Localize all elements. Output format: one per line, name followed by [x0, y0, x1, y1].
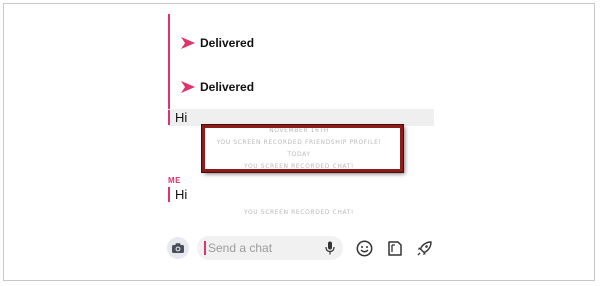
camera-button[interactable]: [167, 237, 189, 259]
sender-label: ME: [168, 176, 181, 185]
smiley-icon: [356, 240, 373, 256]
delivered-status-1: Delivered: [180, 36, 254, 50]
delivered-label: Delivered: [200, 80, 255, 94]
chat-message[interactable]: Hi: [168, 187, 187, 202]
message-bar: [168, 110, 170, 125]
chat-input-placeholder: Send a chat: [208, 241, 273, 255]
system-notices: YOU SCREEN RECORDED CHAT!: [163, 207, 435, 219]
message-bar: [168, 187, 170, 202]
rocket-icon: [417, 240, 432, 255]
text-cursor: [204, 241, 206, 255]
emoji-button[interactable]: [356, 240, 373, 257]
camera-icon: [172, 243, 184, 253]
screen-record-notice: YOU SCREEN RECORDED CHAT!: [244, 209, 354, 216]
sticker-icon: [388, 240, 402, 256]
send-arrow-icon: [181, 81, 195, 93]
screen-record-highlight-box: [202, 125, 403, 172]
games-button[interactable]: [416, 240, 433, 257]
sent-snaps-indicator: [168, 14, 170, 120]
chat-input[interactable]: Send a chat: [197, 236, 343, 260]
stickers-button[interactable]: [386, 240, 403, 257]
chat-message[interactable]: Hi: [168, 109, 434, 126]
message-text: Hi: [175, 187, 188, 202]
delivered-label: Delivered: [200, 36, 255, 50]
delivered-status-2: Delivered: [180, 80, 254, 94]
microphone-icon[interactable]: [325, 241, 335, 255]
send-arrow-icon: [181, 37, 195, 49]
chat-input-bar: Send a chat: [167, 234, 435, 262]
message-text: Hi: [175, 110, 188, 125]
